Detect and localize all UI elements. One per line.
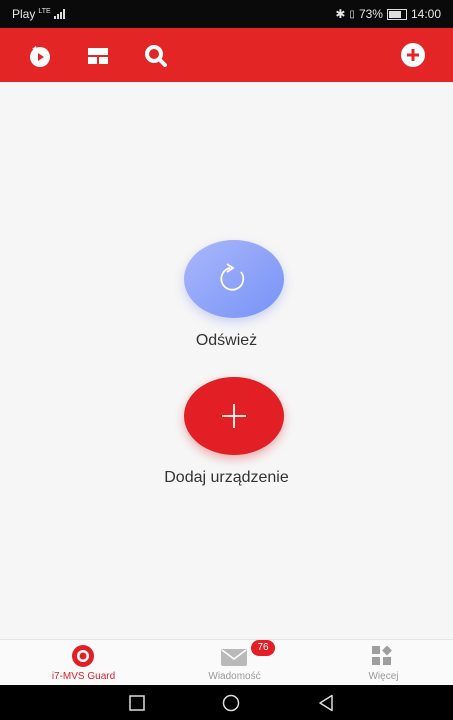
system-nav-bar: [0, 685, 453, 720]
search-icon[interactable]: [144, 44, 168, 68]
add-icon[interactable]: [400, 42, 426, 68]
battery-icon: [386, 8, 407, 20]
main-content: [0, 82, 453, 639]
refresh-label: Odśwież: [195, 332, 258, 349]
nav-item-guard[interactable]: i7-MVS Guard: [8, 640, 159, 686]
refresh-icon: [220, 263, 245, 291]
status-bar: Play LTE ✱ ▯ 73% 14:00: [0, 0, 453, 28]
status-left: Play LTE: [12, 7, 68, 21]
nav-label-more: Więcej: [368, 671, 399, 682]
carrier-label: Play: [12, 7, 36, 21]
bottom-nav: i7-MVS Guard Wiadomość Więcej: [0, 639, 453, 686]
back-icon[interactable]: [318, 694, 334, 712]
playback-icon[interactable]: [28, 44, 52, 68]
add-device-button[interactable]: [184, 377, 284, 455]
clock: 14:00: [410, 7, 441, 21]
mail-icon: [221, 649, 247, 666]
top-toolbar: [0, 28, 453, 82]
network-label: LTE: [38, 7, 51, 15]
nav-item-messages[interactable]: Wiadomość: [159, 640, 310, 686]
nav-item-more[interactable]: Więcej: [308, 640, 453, 686]
home-icon[interactable]: [222, 694, 240, 712]
battery-percent: 73%: [358, 7, 383, 21]
recents-icon[interactable]: [129, 695, 145, 711]
plus-icon: [222, 404, 246, 428]
message-count-badge: 76: [251, 640, 275, 656]
camera-icon: [72, 645, 94, 667]
bluetooth-icon: ✱: [335, 7, 346, 21]
grid-icon: [372, 646, 392, 665]
vibrate-icon: ▯: [349, 8, 355, 20]
refresh-button[interactable]: [184, 240, 284, 318]
status-right: ✱ ▯ 73% 14:00: [335, 7, 441, 21]
add-device-label: Dodaj urządzenie: [164, 469, 289, 486]
nav-label-guard: i7-MVS Guard: [51, 671, 116, 682]
layout-icon[interactable]: [86, 44, 110, 68]
nav-label-messages: Wiadomość: [208, 671, 261, 682]
signal-icon: [53, 9, 68, 19]
